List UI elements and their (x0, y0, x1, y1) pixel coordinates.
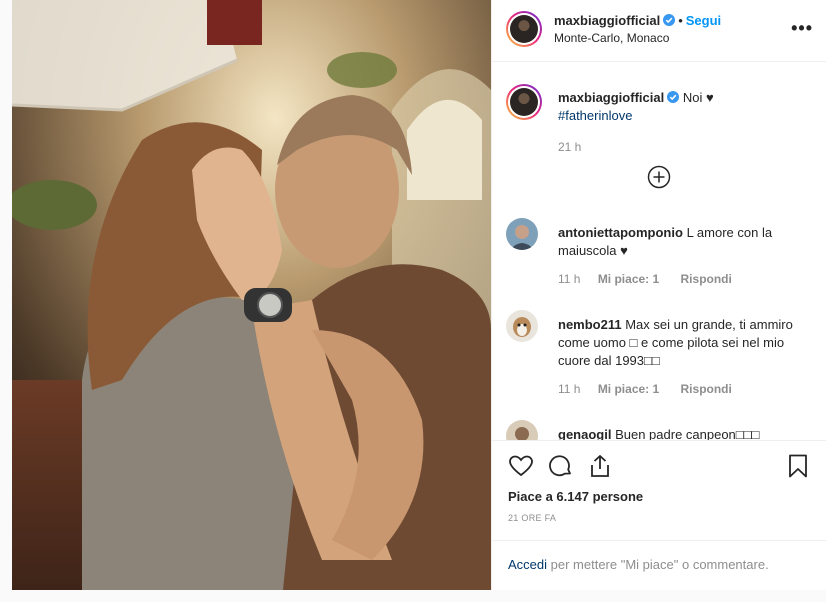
post-timestamp[interactable]: 21 ORE FA (508, 513, 556, 523)
caption-meta: 21 h (558, 140, 595, 154)
comment-meta: 11 h Mi piace: 1 Rispondi (558, 272, 750, 286)
caption-avatar[interactable] (506, 84, 542, 120)
header-title-row: maxbiaggiofficial • Segui (554, 13, 721, 28)
caption-text-block: maxbiaggiofficial Noi ♥ #fatherinlove (558, 89, 808, 125)
heart-icon[interactable] (508, 453, 534, 479)
comment-time[interactable]: 11 h (558, 382, 580, 396)
comment-username[interactable]: genaogil (558, 427, 611, 440)
reply-button[interactable]: Rispondi (681, 272, 732, 286)
verified-badge-icon (663, 14, 676, 26)
comment-likes[interactable]: Mi piace: 1 (598, 272, 659, 286)
comments-list[interactable]: maxbiaggiofficial Noi ♥ #fatherinlove 21… (492, 62, 826, 440)
comment-likes[interactable]: Mi piace: 1 (598, 382, 659, 396)
commenter-avatar[interactable] (506, 420, 538, 440)
comment-text-block: nembo211 Max sei un grande, ti ammiro co… (558, 316, 808, 370)
bookmark-icon[interactable] (785, 453, 811, 479)
author-avatar[interactable] (506, 11, 542, 47)
caption-username[interactable]: maxbiaggiofficial (558, 90, 664, 105)
caption-hashtag[interactable]: #fatherinlove (558, 108, 632, 123)
comment-text-block: antoniettapomponio L amore con la maiusc… (558, 224, 808, 260)
likes-count[interactable]: Piace a 6.147 persone (508, 489, 643, 504)
comment-text: Buen padre canpeon□□□ (615, 427, 760, 440)
caption-text: Noi ♥ (682, 90, 714, 105)
post-photo[interactable] (12, 0, 491, 590)
comment-username[interactable]: antoniettapomponio (558, 225, 683, 240)
post-side-panel: maxbiaggiofficial • Segui Monte-Carlo, Mon… (491, 0, 826, 590)
commenter-avatar[interactable] (506, 218, 538, 250)
photo-illustration (12, 0, 491, 590)
plus-circle-icon[interactable] (647, 165, 671, 189)
login-prompt-text: per mettere "Mi piace" o commentare. (547, 557, 769, 572)
commenter-avatar[interactable] (506, 310, 538, 342)
verified-badge-icon (667, 91, 680, 103)
author-username[interactable]: maxbiaggiofficial (554, 13, 660, 28)
caption-time[interactable]: 21 h (558, 140, 581, 154)
comment-meta: 11 h Mi piace: 1 Rispondi (558, 382, 750, 396)
separator-dot: • (678, 13, 683, 28)
more-options-icon[interactable]: ••• (791, 18, 813, 39)
reply-button[interactable]: Rispondi (681, 382, 732, 396)
login-prompt: Accedi per mettere "Mi piace" o commenta… (492, 540, 826, 590)
post-location[interactable]: Monte-Carlo, Monaco (554, 31, 669, 45)
comment-time[interactable]: 11 h (558, 272, 580, 286)
login-link[interactable]: Accedi (508, 557, 547, 572)
post-actions: Piace a 6.147 persone 21 ORE FA (492, 440, 826, 540)
comment-icon[interactable] (548, 453, 574, 479)
post-header: maxbiaggiofficial • Segui Monte-Carlo, Mon… (492, 0, 826, 62)
share-icon[interactable] (587, 453, 613, 479)
follow-button[interactable]: Segui (686, 13, 721, 28)
comment-username[interactable]: nembo211 (558, 317, 622, 332)
comment-text-block: genaogil Buen padre canpeon□□□ (558, 426, 808, 440)
